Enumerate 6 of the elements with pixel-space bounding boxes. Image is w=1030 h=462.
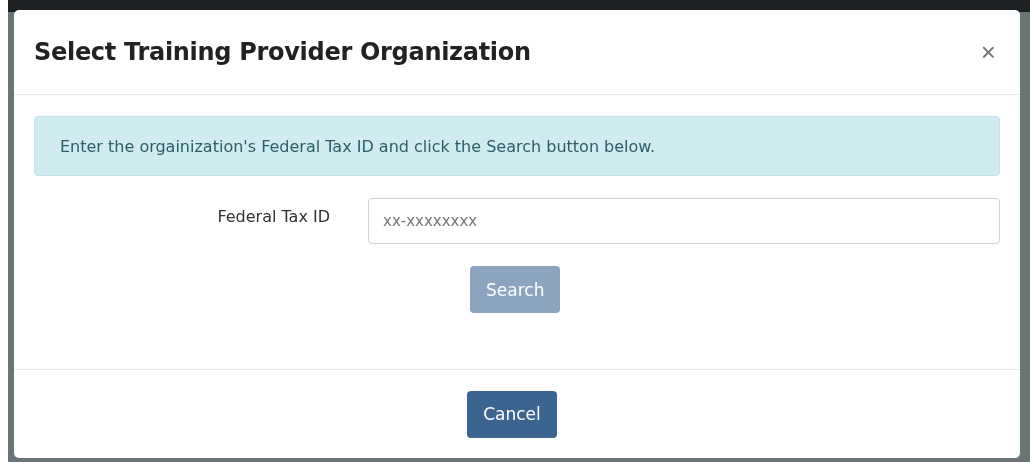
dialog-title: Select Training Provider Organization — [34, 38, 531, 66]
info-alert: Enter the orgainization's Federal Tax ID and click the Search button below. — [34, 116, 1000, 176]
input-field[interactable]: xx-xxxxxxxx — [368, 198, 1000, 244]
close-button[interactable]: × — [976, 39, 1000, 65]
cancel-button[interactable]: Cancel — [467, 390, 557, 438]
field-label: Federal Tax ID — [216, 206, 331, 226]
